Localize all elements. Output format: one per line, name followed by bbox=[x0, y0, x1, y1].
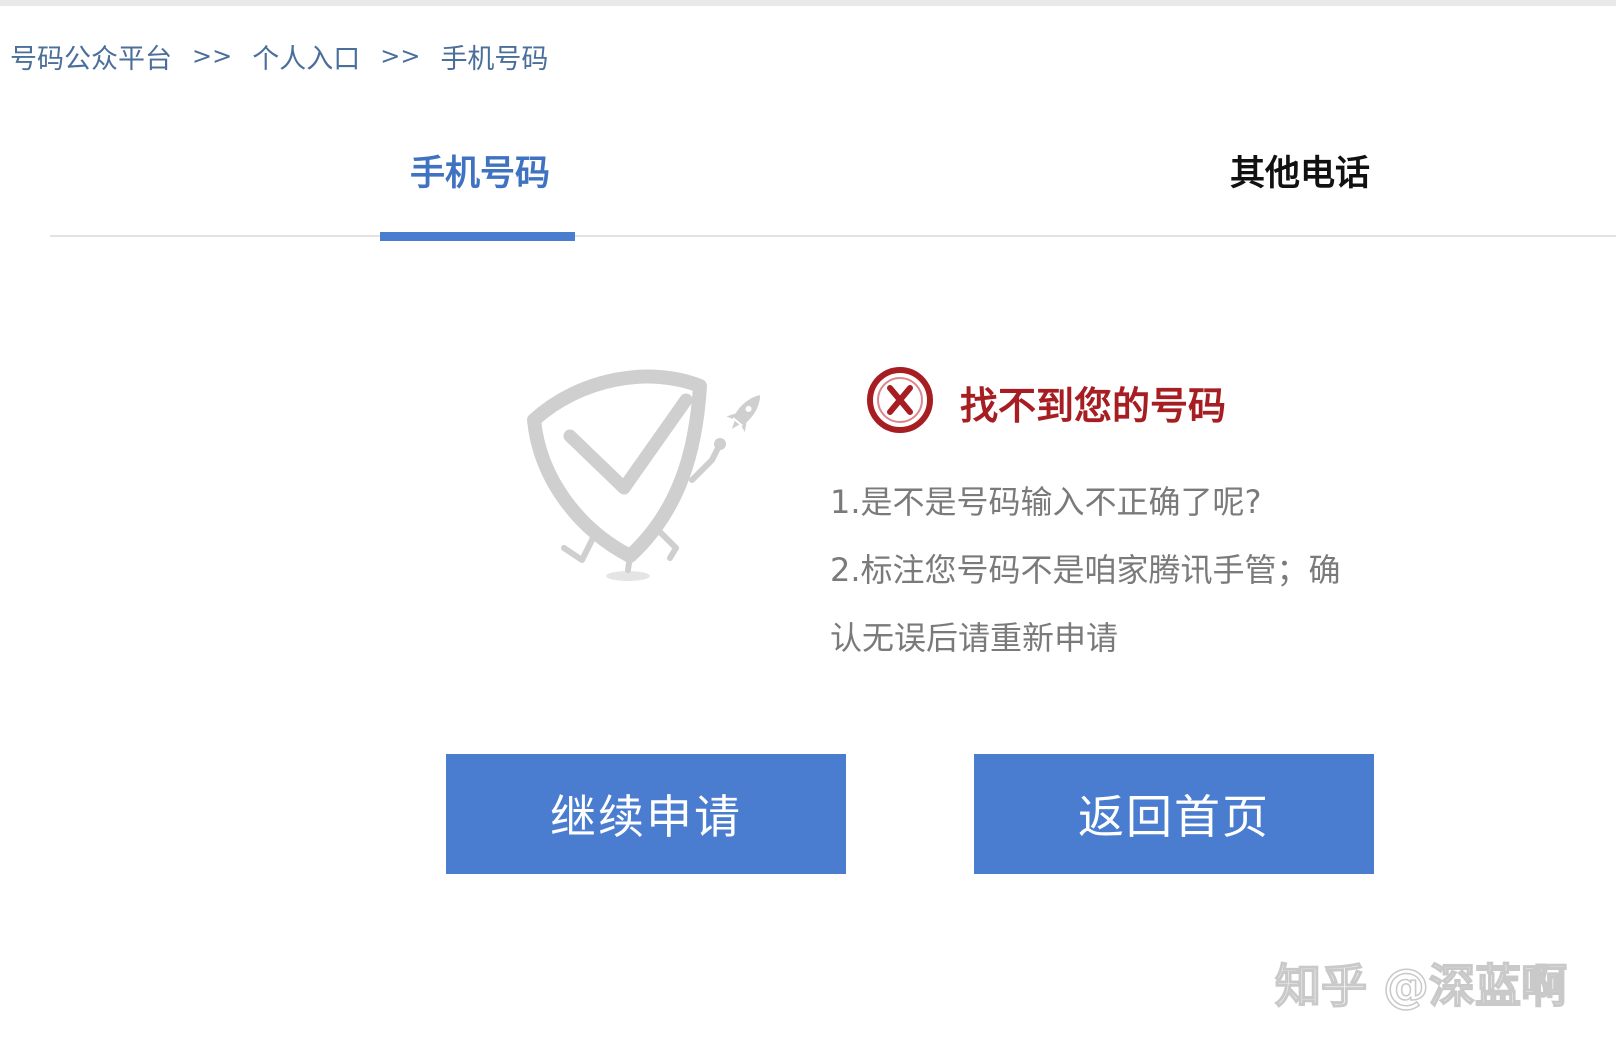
breadcrumb-item-phone: 手机号码 bbox=[440, 43, 549, 75]
tab-mobile-number[interactable]: 手机号码 bbox=[380, 140, 580, 200]
top-border bbox=[0, 0, 1616, 6]
back-home-button[interactable]: 返回首页 bbox=[974, 754, 1374, 874]
breadcrumb-item-platform[interactable]: 号码公众平台 bbox=[10, 37, 172, 76]
tab-divider bbox=[50, 235, 1616, 237]
breadcrumb: 号码公众平台 >> 个人入口 >> 手机号码 bbox=[10, 36, 548, 76]
breadcrumb-item-personal[interactable]: 个人入口 bbox=[252, 37, 360, 76]
shield-mascot-icon bbox=[527, 369, 761, 581]
error-x-icon bbox=[867, 367, 933, 433]
continue-apply-button[interactable]: 继续申请 bbox=[446, 754, 846, 874]
tab-bar: 手机号码 其他电话 bbox=[50, 130, 1616, 242]
page: 号码公众平台 >> 个人入口 >> 手机号码 手机号码 其他电话 找不到您的号码… bbox=[0, 0, 1616, 1044]
tip-line: 1.是不是号码输入不正确了呢? bbox=[830, 483, 1262, 521]
tab-other-phone[interactable]: 其他电话 bbox=[1190, 140, 1410, 200]
tip-line: 2.标注您号码不是咱家腾讯手管；确 bbox=[830, 551, 1341, 589]
zhihu-watermark: 知乎 @深蓝啊 bbox=[1274, 958, 1568, 1014]
tip-line: 认无误后请重新申请 bbox=[830, 619, 1119, 657]
breadcrumb-separator: >> bbox=[380, 42, 421, 70]
error-title: 找不到您的号码 bbox=[960, 384, 1227, 428]
breadcrumb-separator: >> bbox=[192, 42, 233, 70]
active-tab-indicator bbox=[380, 232, 575, 241]
error-tips: 1.是不是号码输入不正确了呢? 2.标注您号码不是咱家腾讯手管；确 认无误后请重… bbox=[830, 468, 1430, 672]
